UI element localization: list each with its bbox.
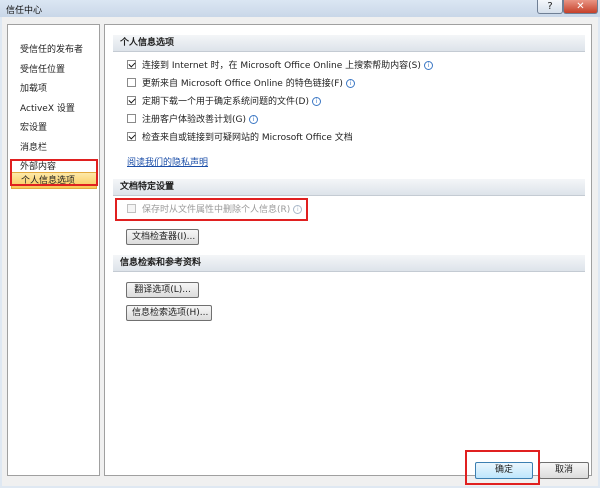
option-download-diagnostic-file[interactable]: 定期下载一个用于确定系统问题的文件(D) i — [127, 96, 321, 109]
translation-options-button[interactable]: 翻译选项(L)... — [126, 282, 199, 298]
option-remove-personal-info[interactable]: 保存时从文件属性中删除个人信息(R) i — [127, 204, 303, 217]
section-header-document: 文档特定设置 — [113, 179, 585, 196]
section-header-personal: 个人信息选项 — [113, 35, 585, 52]
research-options-button[interactable]: 信息检索选项(H)... — [126, 305, 212, 321]
dialog-body: 受信任的发布者 受信任位置 加载项 ActiveX 设置 宏设置 消息栏 外部内… — [2, 17, 598, 486]
info-icon[interactable]: i — [311, 97, 321, 106]
option-check-suspicious-sites[interactable]: 检查来自或链接到可疑网站的 Microsoft Office 文档 — [127, 132, 353, 145]
sidebar-item-macros[interactable]: 宏设置 — [11, 120, 97, 137]
checkbox-search-online-help[interactable] — [127, 60, 136, 69]
sidebar-item-trusted-locations[interactable]: 受信任位置 — [11, 62, 97, 79]
option-label: 检查来自或链接到可疑网站的 Microsoft Office 文档 — [142, 133, 353, 143]
sidebar-item-trusted-publishers[interactable]: 受信任的发布者 — [11, 42, 97, 59]
sidebar-item-message-bar[interactable]: 消息栏 — [11, 140, 97, 157]
info-icon[interactable]: i — [293, 205, 303, 214]
ok-button[interactable]: 确定 — [475, 462, 533, 479]
close-button[interactable]: ✕ — [563, 0, 598, 14]
checkbox-remove-personal-info[interactable] — [127, 204, 136, 213]
document-inspector-button[interactable]: 文档检查器(I)... — [126, 229, 199, 245]
checkbox-check-suspicious-sites[interactable] — [127, 132, 136, 141]
help-button[interactable]: ? — [537, 0, 563, 14]
privacy-statement-link[interactable]: 阅读我们的隐私声明 — [127, 155, 208, 168]
option-label: 更新来自 Microsoft Office Online 的特色链接(F) — [142, 79, 343, 89]
title-bar: 信任中心 ? ✕ — [0, 0, 600, 17]
sidebar-item-activex[interactable]: ActiveX 设置 — [11, 101, 97, 118]
info-icon[interactable]: i — [345, 79, 355, 88]
sidebar-item-addins[interactable]: 加载项 — [11, 81, 97, 98]
option-label: 注册客户体验改善计划(G) — [142, 115, 246, 125]
sidebar: 受信任的发布者 受信任位置 加载项 ActiveX 设置 宏设置 消息栏 外部内… — [7, 24, 100, 476]
window-title: 信任中心 — [6, 6, 43, 16]
checkbox-update-featured-links[interactable] — [127, 78, 136, 87]
info-icon[interactable]: i — [249, 115, 258, 124]
info-icon[interactable]: i — [423, 61, 433, 70]
cancel-button[interactable]: 取消 — [539, 462, 589, 479]
main-panel: 个人信息选项 连接到 Internet 时，在 Microsoft Office… — [104, 24, 592, 476]
sidebar-item-privacy-options[interactable]: 个人信息选项 — [11, 172, 97, 189]
option-ceip[interactable]: 注册客户体验改善计划(G) i — [127, 114, 258, 127]
option-label: 连接到 Internet 时，在 Microsoft Office Online… — [142, 61, 421, 71]
option-update-featured-links[interactable]: 更新来自 Microsoft Office Online 的特色链接(F) i — [127, 78, 355, 91]
option-search-online-help[interactable]: 连接到 Internet 时，在 Microsoft Office Online… — [127, 60, 433, 73]
checkbox-download-diagnostic-file[interactable] — [127, 96, 136, 105]
checkbox-ceip[interactable] — [127, 114, 136, 123]
option-label: 保存时从文件属性中删除个人信息(R) — [142, 205, 291, 215]
section-header-research: 信息检索和参考资料 — [113, 255, 585, 272]
option-label: 定期下载一个用于确定系统问题的文件(D) — [142, 97, 309, 107]
